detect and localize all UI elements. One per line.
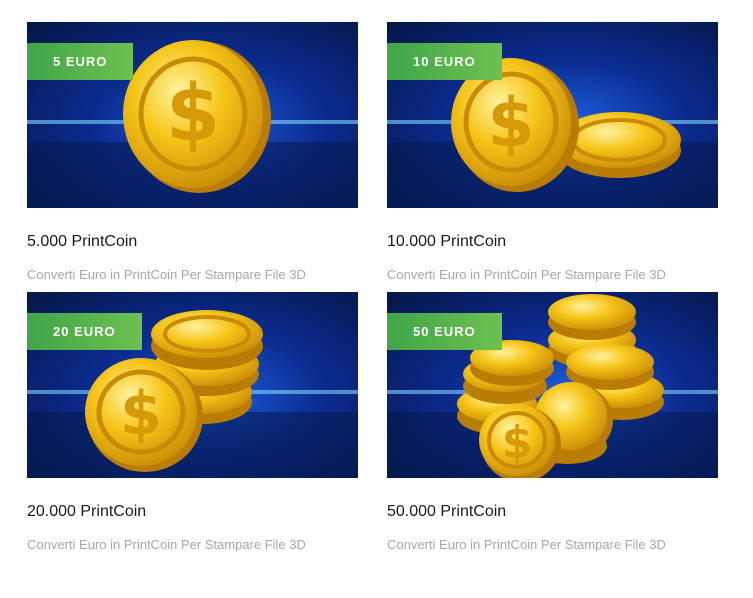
svg-text:$: $: [120, 379, 162, 449]
product-description: Converti Euro in PrintCoin Per Stampare …: [27, 537, 306, 552]
product-card: $ 10 EURO 10.000 PrintCoin Converti Euro…: [387, 22, 718, 282]
product-card: $ 5 EURO 5.000 PrintCoin Converti Euro i…: [27, 22, 358, 282]
product-card: $ 50 EURO 50.000 PrintCoin Converti Euro…: [387, 292, 718, 552]
product-description: Converti Euro in PrintCoin Per Stampare …: [27, 267, 306, 282]
product-image[interactable]: $ 50 EURO: [387, 292, 718, 478]
svg-text:$: $: [166, 69, 220, 159]
product-image[interactable]: $ 5 EURO: [27, 22, 358, 208]
product-title[interactable]: 10.000 PrintCoin: [387, 233, 718, 257]
product-description: Converti Euro in PrintCoin Per Stampare …: [387, 267, 666, 282]
product-title[interactable]: 5.000 PrintCoin: [27, 233, 358, 257]
product-card: $ 20 EURO 20.000 PrintCoin Converti Euro…: [27, 292, 358, 552]
price-badge: 5 EURO: [27, 43, 134, 80]
product-title[interactable]: 20.000 PrintCoin: [27, 503, 358, 527]
product-image[interactable]: $ 10 EURO: [387, 22, 718, 208]
product-grid: $ 5 EURO 5.000 PrintCoin Converti Euro i…: [0, 0, 753, 598]
product-description: Converti Euro in PrintCoin Per Stampare …: [387, 537, 666, 552]
svg-text:$: $: [487, 84, 534, 163]
price-badge: 10 EURO: [387, 43, 502, 80]
price-badge: 20 EURO: [27, 313, 142, 350]
svg-text:$: $: [502, 417, 533, 468]
product-title[interactable]: 50.000 PrintCoin: [387, 503, 718, 527]
price-badge: 50 EURO: [387, 313, 502, 350]
product-image[interactable]: $ 20 EURO: [27, 292, 358, 478]
